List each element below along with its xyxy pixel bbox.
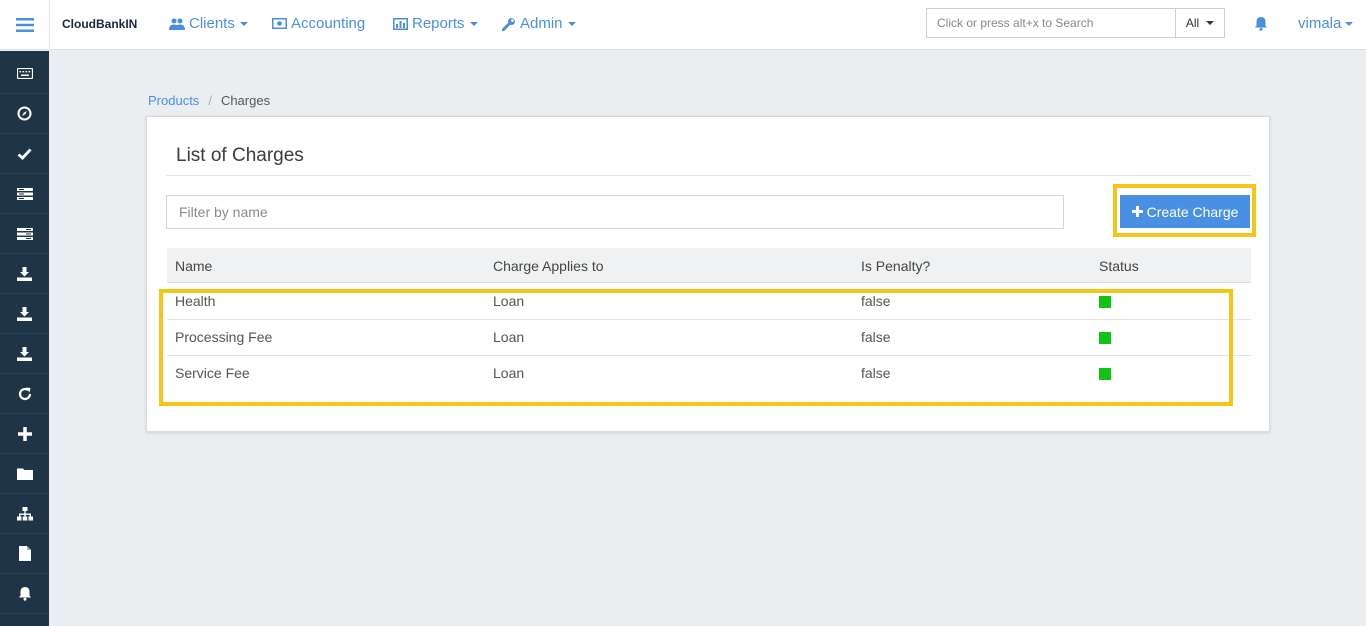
user-name: vimala — [1298, 15, 1342, 32]
sidebar-item-create[interactable] — [0, 414, 49, 454]
list-icon — [16, 187, 33, 200]
sidebar-item-navigation[interactable] — [0, 94, 49, 134]
table-row[interactable]: Health Loan false — [167, 284, 1251, 320]
breadcrumb-separator: / — [208, 93, 212, 108]
nav-admin-label: Admin — [520, 15, 563, 32]
create-charge-button[interactable]: Create Charge — [1120, 195, 1250, 228]
sitemap-icon — [16, 506, 33, 520]
cell-name: Processing Fee — [175, 329, 273, 345]
cell-applies-to: Loan — [493, 365, 525, 381]
download-icon — [17, 266, 32, 281]
cell-name: Health — [175, 293, 216, 309]
sidebar-item-folder[interactable] — [0, 454, 49, 494]
list-alt-icon — [16, 227, 33, 240]
bell-icon — [1255, 17, 1267, 31]
breadcrumb: Products / Charges — [148, 93, 270, 108]
bell-icon — [18, 587, 31, 601]
table-row[interactable]: Processing Fee Loan false — [167, 320, 1251, 356]
sidebar-item-download-2[interactable] — [0, 294, 49, 334]
cell-applies-to: Loan — [493, 329, 525, 345]
column-header-name[interactable]: Name — [175, 258, 212, 274]
hamburger-icon — [15, 18, 34, 32]
global-search-input[interactable] — [926, 8, 1176, 38]
filter-by-name-input[interactable] — [166, 195, 1064, 229]
user-menu[interactable]: vimala — [1298, 15, 1354, 32]
sidebar-item-checker[interactable] — [0, 134, 49, 174]
breadcrumb-current: Charges — [220, 93, 271, 108]
breadcrumb-products-link[interactable]: Products — [148, 93, 199, 108]
charges-card: List of Charges Create Charge Name Charg… — [146, 116, 1270, 432]
chevron-down-icon — [1345, 21, 1354, 26]
wrench-icon — [502, 17, 515, 31]
search-scope-dropdown[interactable]: All — [1175, 8, 1225, 38]
nav-reports-label: Reports — [412, 15, 465, 32]
keyboard-icon — [16, 68, 33, 79]
cell-is-penalty: false — [861, 365, 891, 381]
sidebar-item-tasks[interactable] — [0, 174, 49, 214]
sidebar-item-download-1[interactable] — [0, 254, 49, 294]
status-active-indicator — [1099, 332, 1111, 344]
compass-icon — [17, 106, 32, 121]
plus-icon — [1131, 206, 1143, 217]
create-charge-label: Create Charge — [1146, 203, 1239, 220]
bar-chart-icon — [393, 17, 408, 30]
status-active-indicator — [1099, 296, 1111, 308]
sidebar-item-refresh[interactable] — [0, 374, 49, 414]
chevron-down-icon — [1206, 21, 1215, 25]
cell-is-penalty: false — [861, 329, 891, 345]
menu-toggle-button[interactable] — [0, 0, 50, 50]
sidebar-item-keyboard[interactable] — [0, 54, 49, 94]
check-icon — [17, 148, 32, 160]
money-icon — [272, 18, 287, 29]
table-header: Name Charge Applies to Is Penalty? Statu… — [167, 248, 1251, 283]
cell-is-penalty: false — [861, 293, 891, 309]
title-divider — [166, 175, 1251, 176]
notifications-button[interactable] — [1254, 16, 1268, 36]
nav-accounting[interactable]: Accounting — [272, 15, 365, 32]
sidebar-item-download-3[interactable] — [0, 334, 49, 374]
nav-reports[interactable]: Reports — [393, 15, 478, 32]
brand-logo[interactable]: CloudBankIN — [62, 17, 137, 31]
sidebar-item-organization[interactable] — [0, 494, 49, 534]
plus-icon — [17, 426, 32, 441]
download-icon — [17, 346, 32, 361]
nav-admin[interactable]: Admin — [502, 15, 576, 32]
column-header-is-penalty[interactable]: Is Penalty? — [861, 258, 930, 274]
page-title: List of Charges — [176, 145, 304, 166]
top-navbar: CloudBankIN Clients Accounting Reports A… — [0, 0, 1366, 50]
chevron-down-icon — [469, 21, 478, 26]
column-header-status[interactable]: Status — [1099, 258, 1139, 274]
sidebar-item-notifications[interactable] — [0, 574, 49, 614]
download-icon — [17, 306, 32, 321]
nav-clients-label: Clients — [189, 15, 235, 32]
table-row[interactable]: Service Fee Loan false — [167, 356, 1251, 392]
nav-accounting-label: Accounting — [291, 15, 366, 32]
refresh-icon — [18, 387, 31, 400]
cell-name: Service Fee — [175, 365, 250, 381]
search-scope-label: All — [1185, 16, 1200, 30]
nav-clients[interactable]: Clients — [169, 15, 248, 32]
chevron-down-icon — [567, 21, 576, 26]
status-active-indicator — [1099, 368, 1111, 380]
sidebar — [0, 51, 49, 626]
cell-applies-to: Loan — [493, 293, 525, 309]
column-header-charge-applies-to[interactable]: Charge Applies to — [493, 258, 604, 274]
users-icon — [169, 18, 185, 30]
file-icon — [18, 546, 31, 561]
chevron-down-icon — [239, 21, 248, 26]
sidebar-item-collections[interactable] — [0, 214, 49, 254]
sidebar-item-documents[interactable] — [0, 534, 49, 574]
folder-icon — [16, 468, 33, 480]
